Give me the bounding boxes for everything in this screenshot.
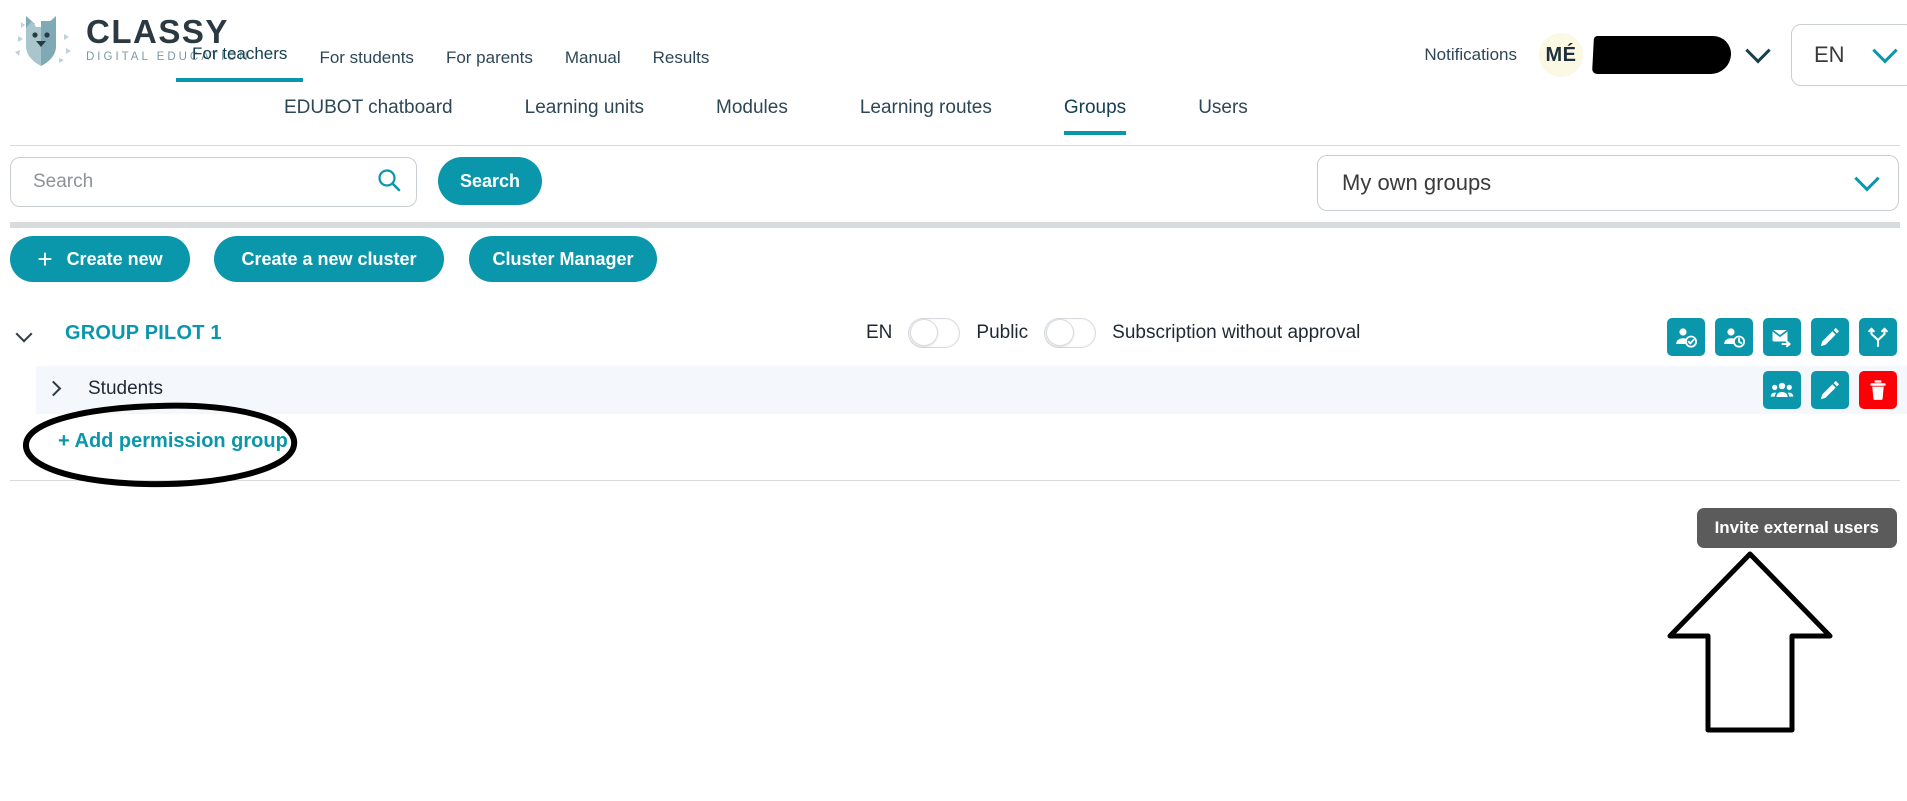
- chevron-right-icon[interactable]: [46, 381, 62, 397]
- edit-pencil-icon[interactable]: [1811, 371, 1849, 409]
- group-bottom-divider: [10, 480, 1900, 481]
- nav-item-for-parents[interactable]: For parents: [430, 48, 549, 82]
- group-language-label: EN: [866, 322, 892, 344]
- search-box[interactable]: [10, 157, 417, 207]
- group-title[interactable]: GROUP PILOT 1: [65, 322, 222, 345]
- create-new-label: Create new: [67, 249, 163, 270]
- cluster-manager-button[interactable]: Cluster Manager: [469, 236, 657, 282]
- group-action-buttons: [1667, 318, 1897, 356]
- nav-item-for-teachers[interactable]: For teachers: [176, 44, 303, 82]
- edit-pencil-icon[interactable]: [1811, 318, 1849, 356]
- toggle-knob: [910, 319, 938, 346]
- tab-users[interactable]: Users: [1198, 97, 1248, 131]
- primary-nav: For teachers For students For parents Ma…: [176, 44, 725, 82]
- toggle-knob: [1046, 319, 1074, 346]
- nav-item-results[interactable]: Results: [637, 48, 726, 82]
- chevron-down-icon: [1872, 38, 1897, 63]
- user-name-redacted: [1592, 36, 1732, 74]
- create-new-cluster-button[interactable]: Create a new cluster: [214, 236, 444, 282]
- group-row: GROUP PILOT 1 EN Public Subscription wit…: [0, 310, 1907, 366]
- group-filter-select[interactable]: My own groups: [1317, 155, 1899, 211]
- group-language-toggle[interactable]: [908, 318, 960, 348]
- permission-group-label[interactable]: Students: [88, 378, 163, 400]
- app-header: CLASSY DIGITAL EDUCATION For teachers Fo…: [0, 0, 1907, 97]
- delete-trash-icon[interactable]: [1859, 371, 1897, 409]
- search-row: Search My own groups: [0, 157, 1907, 221]
- plus-icon: +: [37, 246, 52, 272]
- search-input[interactable]: [31, 170, 376, 194]
- tab-edubot-chatboard[interactable]: EDUBOT chatboard: [284, 97, 453, 131]
- avatar[interactable]: MÉ: [1539, 33, 1583, 77]
- group-public-label: Public: [976, 322, 1028, 344]
- app-page: CLASSY DIGITAL EDUCATION For teachers Fo…: [0, 0, 1907, 801]
- notifications-link[interactable]: Notifications: [1424, 45, 1517, 65]
- brand-title: CLASSY: [86, 15, 251, 48]
- group-controls: EN Public Subscription without approval: [866, 318, 1360, 348]
- tab-modules[interactable]: Modules: [716, 97, 788, 131]
- tab-learning-units[interactable]: Learning units: [525, 97, 644, 131]
- section-divider: [10, 222, 1900, 228]
- tab-learning-routes[interactable]: Learning routes: [860, 97, 992, 131]
- group-filter-value: My own groups: [1342, 170, 1491, 196]
- annotation-arrow: [1660, 548, 1860, 743]
- invite-external-users-icon[interactable]: [1763, 318, 1801, 356]
- header-right-cluster: Notifications MÉ EN: [1424, 24, 1907, 86]
- learning-route-branch-icon[interactable]: [1859, 318, 1897, 356]
- nav-divider: [10, 145, 1900, 146]
- cat-head-logo-icon: [12, 8, 74, 70]
- nav-item-manual[interactable]: Manual: [549, 48, 637, 82]
- group-public-toggle[interactable]: [1044, 318, 1096, 348]
- create-new-button[interactable]: + Create new: [10, 236, 190, 282]
- nav-item-for-students[interactable]: For students: [303, 48, 430, 82]
- chevron-down-icon: [1854, 166, 1879, 191]
- action-button-row: + Create new Create a new cluster Cluste…: [0, 236, 1907, 286]
- pending-members-icon[interactable]: [1715, 318, 1753, 356]
- language-select-value: EN: [1814, 42, 1845, 68]
- add-permission-group-link[interactable]: + Add permission group: [58, 430, 288, 453]
- chevron-down-icon[interactable]: [1745, 38, 1770, 63]
- permission-group-action-buttons: [1763, 371, 1897, 409]
- group-subscription-label: Subscription without approval: [1112, 322, 1360, 344]
- chevron-down-icon[interactable]: [16, 326, 33, 343]
- permission-group-row-students: Students: [36, 366, 1907, 414]
- tab-groups[interactable]: Groups: [1064, 97, 1126, 135]
- language-select[interactable]: EN: [1791, 24, 1907, 86]
- manage-members-icon[interactable]: [1763, 371, 1801, 409]
- tooltip-invite-external-users: Invite external users: [1697, 508, 1897, 548]
- secondary-nav: EDUBOT chatboard Learning units Modules …: [0, 97, 1907, 146]
- search-icon[interactable]: [376, 167, 402, 198]
- search-button[interactable]: Search: [438, 157, 542, 205]
- approve-members-icon[interactable]: [1667, 318, 1705, 356]
